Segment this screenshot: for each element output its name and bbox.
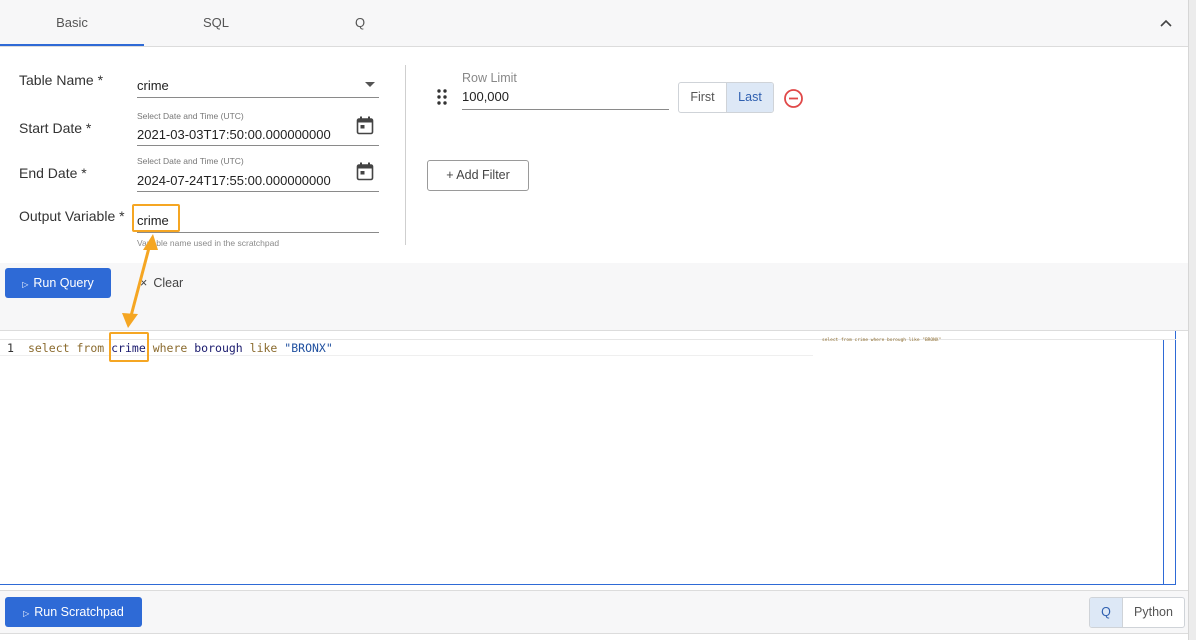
code-token: select: [28, 341, 70, 355]
code-token: "BRONX": [284, 341, 333, 355]
code-token: from: [76, 341, 105, 355]
scratchpad-actions: ▷ Run Scratchpad Q Python: [0, 590, 1188, 634]
run-scratchpad-label: Run Scratchpad: [34, 605, 124, 619]
language-q-button[interactable]: Q: [1090, 598, 1122, 627]
calendar-icon[interactable]: [356, 162, 374, 181]
table-name-value: crime: [137, 78, 169, 93]
run-query-label: Run Query: [33, 276, 94, 290]
close-icon: ×: [140, 276, 148, 290]
page-scrollbar[interactable]: [1188, 0, 1196, 640]
tab-sql[interactable]: SQL: [144, 0, 288, 46]
table-name-label: Table Name *: [19, 72, 104, 88]
query-actions: ▷ Run Query × Clear: [0, 263, 1188, 331]
line-number: 1: [7, 341, 14, 355]
start-date-label: Start Date *: [19, 120, 92, 136]
code-token: like: [249, 341, 278, 355]
form-divider: [405, 65, 406, 245]
output-variable-label: Output Variable *: [19, 208, 125, 224]
tab-bar: Basic SQL Q: [0, 0, 1188, 47]
table-name-select[interactable]: crime: [137, 72, 379, 98]
row-limit-label: Row Limit: [462, 71, 517, 85]
language-toggle: Q Python: [1089, 597, 1185, 628]
run-scratchpad-button[interactable]: ▷ Run Scratchpad: [5, 597, 142, 627]
caret-down-icon: [365, 82, 375, 87]
code-token: borough: [194, 341, 243, 355]
end-date-value: 2024-07-24T17:55:00.000000000: [137, 173, 331, 188]
start-date-hint: Select Date and Time (UTC): [137, 111, 244, 121]
end-date-label: End Date *: [19, 165, 87, 181]
end-date-hint: Select Date and Time (UTC): [137, 156, 244, 166]
scratchpad-editor[interactable]: 1 select from crime where borough like "…: [0, 331, 1176, 585]
first-button[interactable]: First: [679, 83, 726, 112]
language-python-button[interactable]: Python: [1122, 598, 1184, 627]
row-limit-mode-toggle: First Last: [678, 82, 774, 113]
run-query-button[interactable]: ▷ Run Query: [5, 268, 111, 298]
tab-q[interactable]: Q: [288, 0, 432, 46]
remove-circle-icon[interactable]: [783, 88, 804, 109]
end-date-field[interactable]: Select Date and Time (UTC) 2024-07-24T17…: [137, 155, 379, 192]
last-button[interactable]: Last: [726, 83, 773, 112]
play-icon: ▷: [23, 609, 30, 618]
code-line[interactable]: select from crime where borough like "BR…: [28, 341, 333, 355]
editor-minimap[interactable]: select from crime where borough like "BR…: [822, 338, 941, 343]
code-token: where: [152, 341, 188, 355]
drag-handle-icon[interactable]: [437, 89, 447, 105]
start-date-value: 2021-03-03T17:50:00.000000000: [137, 127, 331, 142]
editor-scrollbar[interactable]: [1163, 340, 1175, 584]
play-icon: ▷: [22, 280, 29, 289]
row-limit-input[interactable]: 100,000: [462, 89, 669, 110]
clear-label: Clear: [153, 276, 184, 290]
chevron-up-icon[interactable]: [1158, 15, 1174, 31]
annotation-highlight-editor-table: [109, 332, 149, 362]
annotation-highlight-output-variable: [132, 204, 180, 232]
clear-button[interactable]: × Clear: [140, 268, 183, 298]
add-filter-button[interactable]: + Add Filter: [427, 160, 529, 191]
output-variable-helper: Variable name used in the scratchpad: [137, 238, 280, 248]
calendar-icon[interactable]: [356, 116, 374, 135]
start-date-field[interactable]: Select Date and Time (UTC) 2021-03-03T17…: [137, 110, 379, 146]
tab-basic[interactable]: Basic: [0, 0, 144, 46]
